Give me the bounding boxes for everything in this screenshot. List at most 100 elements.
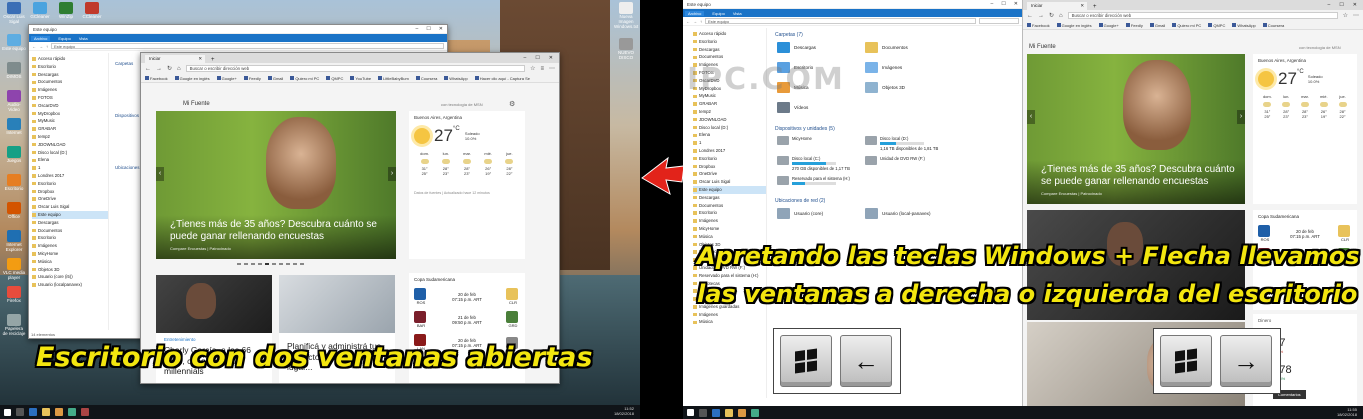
favorite-link[interactable]: Facebook [145, 76, 168, 81]
favorite-link[interactable]: WhatsApp [1232, 23, 1255, 28]
favorite-link[interactable]: Quiero mi PC [290, 76, 319, 81]
ribbon-tab-computer[interactable]: Equipo [58, 36, 70, 41]
desktop-icon[interactable]: CCleaner [80, 2, 104, 20]
folder-item[interactable]: Vídeos [777, 102, 808, 113]
taskbar-app-icon[interactable] [751, 408, 759, 417]
network-item[interactable]: Usuario (core) [777, 208, 823, 219]
desktop-icon[interactable]: Escritorio [2, 174, 26, 192]
folder-item[interactable]: Documentos [865, 42, 908, 53]
nav-item[interactable]: Elena [693, 131, 766, 139]
drive-item[interactable]: Disco local (D:) 1,16 TB disponibles de 1… [865, 136, 938, 152]
favorite-link[interactable]: QMPC [1208, 23, 1225, 28]
nav-item[interactable]: Documentos [32, 227, 108, 235]
hero-article[interactable]: ‹ › ¿Tienes más de 35 años? Descubra cuá… [156, 111, 396, 259]
favorite-link[interactable]: Coursera [416, 76, 437, 81]
desktop-icon[interactable]: Juegos [2, 146, 26, 164]
nav-item[interactable]: GRABAR [32, 125, 108, 133]
favorite-link[interactable]: Quiero mi PC [1172, 23, 1201, 28]
carousel-next-icon[interactable]: › [388, 167, 396, 181]
nav-item[interactable]: Este equipo [32, 210, 108, 219]
nav-item[interactable]: Escritorio [693, 155, 766, 163]
nav-item[interactable]: FOTOS [32, 94, 108, 102]
favorite-link[interactable]: LittleBabyBum [378, 76, 409, 81]
nav-item[interactable]: Acceso rápido [32, 55, 108, 63]
search-icon[interactable] [699, 408, 707, 417]
favorite-link[interactable]: YouTube [350, 76, 371, 81]
ribbon-tab-file[interactable]: Archivo [31, 35, 51, 41]
nav-item[interactable]: Escritorio [32, 180, 108, 188]
drive-item[interactable]: Disco local (C:) 270 GB disponibles de 1,… [777, 156, 850, 172]
minimize-icon[interactable]: – [991, 1, 994, 7]
desktop-icon[interactable]: WinZip [54, 2, 78, 20]
nav-item[interactable]: Imágenes [693, 311, 766, 319]
favorite-link[interactable]: Feedly [244, 76, 261, 81]
favorite-link[interactable]: Gmail [1150, 23, 1165, 28]
taskbar-clock[interactable]: 11:55 18/02/2018 [1337, 407, 1357, 418]
carousel-prev-icon[interactable]: ‹ [156, 167, 164, 181]
maximize-icon[interactable]: ☐ [426, 26, 430, 32]
forward-icon[interactable]: → [39, 44, 43, 49]
edge-tab[interactable]: Iniciar ✕ [145, 55, 205, 63]
nav-item[interactable]: OneDrive [32, 195, 108, 203]
nav-item[interactable]: Imágenes [693, 217, 766, 225]
new-tab-icon[interactable]: + [1093, 4, 1097, 10]
carousel-prev-icon[interactable]: ‹ [1027, 110, 1035, 124]
nav-item[interactable]: Usuario (localpanavex) [32, 281, 108, 289]
nav-item[interactable]: Reservado para el sistema (H:) [693, 272, 766, 280]
desktop-icon-drive[interactable]: NUEVO DISCO [614, 38, 638, 61]
folder-item[interactable]: Imágenes [865, 62, 902, 73]
close-icon[interactable]: ✕ [439, 26, 443, 32]
nav-item[interactable]: Disco local (D:) [693, 124, 766, 132]
favorite-link[interactable]: Google+ [217, 76, 237, 81]
maximize-icon[interactable]: ☐ [1339, 2, 1343, 8]
drive-item[interactable]: MicyHome [777, 136, 812, 145]
maximize-icon[interactable]: ☐ [535, 55, 539, 61]
nav-item[interactable]: Disco local (D:) [32, 149, 108, 157]
nav-item[interactable]: Descargas [693, 46, 766, 54]
nav-item[interactable]: Objetos 3D [32, 266, 108, 274]
sports-match[interactable]: BAR 21 de feb 09:50 p.m. ART GRD [414, 311, 520, 328]
favorite-link[interactable]: Google en inglés [175, 76, 210, 81]
nav-item[interactable]: MicyHome [693, 225, 766, 233]
desktop-icon[interactable]: DrMOS [2, 62, 26, 80]
taskbar-app-icon[interactable] [81, 408, 89, 416]
nav-item[interactable]: MicyHome [32, 250, 108, 258]
nav-item[interactable]: Descargas [693, 194, 766, 202]
nav-item[interactable]: GRABAR [693, 100, 766, 108]
nav-item[interactable]: JDOWNLOAD [693, 116, 766, 124]
up-icon[interactable]: ↑ [700, 19, 702, 24]
nav-item[interactable]: Música [693, 233, 766, 241]
forward-icon[interactable]: → [1038, 13, 1044, 19]
edge-browser-window[interactable]: Iniciar ✕ + – ☐ ✕ ← → ↻ ⌂ Buscar o escribir di… [140, 52, 560, 384]
desktop-icon[interactable]: VLC media player [2, 258, 26, 281]
desktop-icon[interactable]: Papelera de reciclaje [2, 314, 26, 337]
desktop-icon[interactable]: Audio-Video [2, 90, 26, 113]
desktop-icon-file[interactable]: Nueva Imagen Windows.txt [614, 2, 638, 30]
taskbar-app-edge-icon[interactable] [712, 408, 720, 417]
nav-item[interactable]: Documentos [693, 53, 766, 61]
nav-item[interactable]: temp2 [693, 108, 766, 116]
start-windows-icon[interactable] [4, 408, 11, 416]
nav-item[interactable]: Escritorio [32, 63, 108, 71]
refresh-icon[interactable]: ↻ [167, 65, 172, 72]
forward-icon[interactable]: → [156, 66, 162, 72]
nav-item[interactable]: Escritorio [693, 209, 766, 217]
nav-item[interactable]: Este equipo [693, 185, 766, 194]
ribbon-tab-computer[interactable]: Equipo [712, 11, 724, 16]
nav-item[interactable]: Oscar Luis Sigal [693, 178, 766, 186]
favorite-link[interactable]: Hacer clic aquí - Captura Se [475, 76, 530, 81]
desktop-icon[interactable]: Internet [2, 118, 26, 136]
nav-item[interactable]: Música [693, 318, 766, 326]
hero-article[interactable]: ‹ › ¿Tienes más de 35 años? Descubra cuá… [1027, 54, 1245, 204]
address-input[interactable]: Este equipo [51, 43, 444, 49]
up-icon[interactable]: ↑ [46, 44, 48, 49]
home-icon[interactable]: ⌂ [177, 66, 181, 72]
nav-item[interactable]: Documentos [32, 78, 108, 86]
maximize-icon[interactable]: ☐ [1001, 1, 1005, 7]
nav-item[interactable]: 1 [32, 164, 108, 172]
favorite-link[interactable]: QMPC [326, 76, 343, 81]
carousel-next-icon[interactable]: › [1237, 110, 1245, 124]
nav-item[interactable]: Descargas [32, 219, 108, 227]
address-input[interactable]: Este equipo [705, 18, 976, 24]
desktop-icon[interactable]: GCleaner [28, 2, 52, 20]
